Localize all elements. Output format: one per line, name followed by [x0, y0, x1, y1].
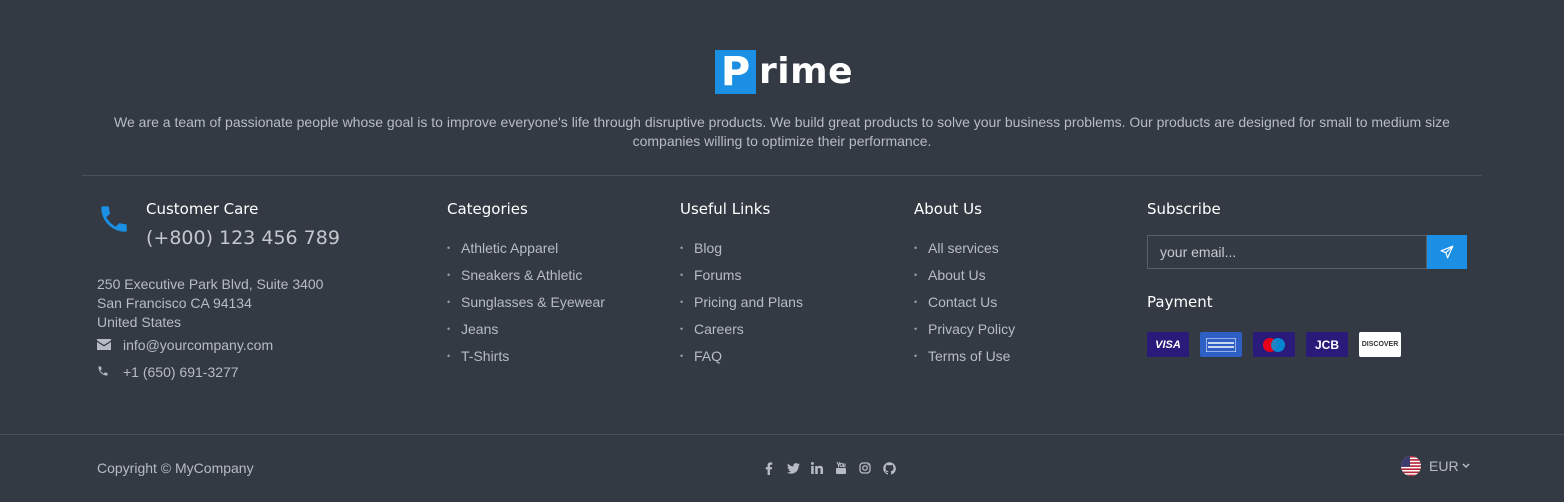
categories-title: Categories	[447, 200, 528, 218]
visa-label: VISA	[1155, 338, 1181, 351]
address-line: San Francisco CA 94134	[97, 295, 252, 311]
instagram-icon[interactable]	[858, 460, 872, 476]
us-flag-icon	[1401, 456, 1421, 476]
customer-care-phone[interactable]: (+800) 123 456 789	[146, 227, 340, 249]
payment-cards: VISA JCB DISCOVER	[1147, 332, 1412, 357]
currency-label: EUR	[1429, 458, 1459, 474]
logo-letter: P	[715, 50, 756, 94]
amex-card-icon	[1200, 332, 1242, 357]
brand-tagline: We are a team of passionate people whose…	[114, 114, 1450, 149]
discover-card-icon: DISCOVER	[1359, 332, 1401, 357]
envelope-icon	[97, 338, 123, 353]
about-link[interactable]: All services	[914, 235, 1015, 262]
category-link[interactable]: T-Shirts	[447, 343, 605, 370]
company-address: 250 Executive Park Blvd, Suite 3400 San …	[97, 275, 323, 332]
useful-link[interactable]: Pricing and Plans	[680, 289, 803, 316]
categories-column: Categories Athletic Apparel Sneakers & A…	[447, 200, 605, 370]
jcb-label: JCB	[1314, 337, 1339, 352]
twitter-icon[interactable]	[786, 460, 800, 476]
about-link[interactable]: Terms of Use	[914, 343, 1015, 370]
category-link[interactable]: Athletic Apparel	[447, 235, 605, 262]
category-link[interactable]: Jeans	[447, 316, 605, 343]
github-icon[interactable]	[882, 460, 896, 476]
social-links	[762, 460, 906, 476]
about-us-column: About Us All services About Us Contact U…	[914, 200, 1015, 370]
chevron-down-icon	[1462, 463, 1470, 469]
linkedin-icon[interactable]	[810, 460, 824, 476]
phone-contact[interactable]: +1 (650) 691-3277	[97, 364, 239, 380]
about-link[interactable]: Privacy Policy	[914, 316, 1015, 343]
bottom-divider	[0, 434, 1564, 435]
maestro-card-icon	[1253, 332, 1295, 357]
phone-small-icon	[97, 365, 123, 380]
brand-logo[interactable]: P rime	[715, 50, 853, 94]
useful-link[interactable]: FAQ	[680, 343, 803, 370]
payment-title: Payment	[1147, 293, 1213, 311]
visa-card-icon: VISA	[1147, 332, 1189, 357]
about-us-title: About Us	[914, 200, 982, 218]
youtube-icon[interactable]	[834, 460, 848, 476]
copyright-text: Copyright © MyCompany	[97, 460, 254, 476]
useful-link[interactable]: Forums	[680, 262, 803, 289]
address-line: United States	[97, 314, 182, 330]
jcb-card-icon: JCB	[1306, 332, 1348, 357]
useful-link[interactable]: Blog	[680, 235, 803, 262]
subscribe-form	[1147, 235, 1467, 269]
discover-label: DISCOVER	[1361, 341, 1399, 348]
useful-link[interactable]: Careers	[680, 316, 803, 343]
logo-text: rime	[759, 51, 854, 92]
address-line: 250 Executive Park Blvd, Suite 3400	[97, 276, 324, 292]
useful-links-column: Useful Links Blog Forums Pricing and Pla…	[680, 200, 803, 370]
phone-link[interactable]: +1 (650) 691-3277	[123, 364, 239, 380]
facebook-icon[interactable]	[762, 460, 776, 476]
category-link[interactable]: Sunglasses & Eyewear	[447, 289, 605, 316]
email-link[interactable]: info@yourcompany.com	[123, 337, 273, 353]
about-link[interactable]: Contact Us	[914, 289, 1015, 316]
top-divider	[82, 175, 1482, 176]
email-contact[interactable]: info@yourcompany.com	[97, 337, 273, 353]
send-icon	[1440, 245, 1454, 259]
subscribe-title: Subscribe	[1147, 200, 1221, 218]
customer-care-title: Customer Care	[146, 200, 259, 218]
about-link[interactable]: About Us	[914, 262, 1015, 289]
category-link[interactable]: Sneakers & Athletic	[447, 262, 605, 289]
subscribe-button[interactable]	[1427, 235, 1467, 269]
currency-selector[interactable]: EUR	[1401, 456, 1470, 476]
email-input[interactable]	[1147, 235, 1427, 269]
phone-icon	[101, 206, 127, 232]
subscribe-column: Subscribe	[1147, 200, 1221, 218]
useful-links-title: Useful Links	[680, 200, 771, 218]
